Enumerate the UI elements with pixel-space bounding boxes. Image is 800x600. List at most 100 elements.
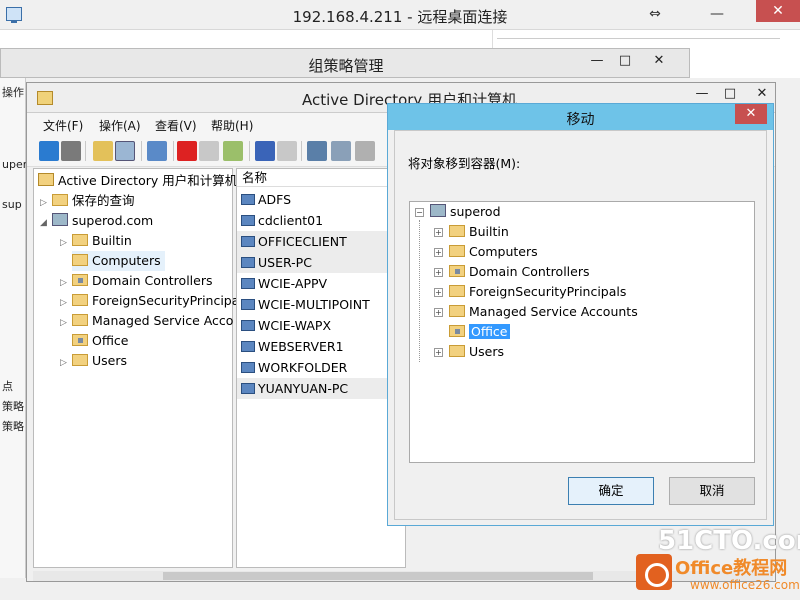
ad-root-icon (38, 173, 54, 186)
list-item[interactable]: WCIE-APPV (237, 273, 405, 294)
filter-icon[interactable] (355, 141, 375, 161)
gp-close-button[interactable]: ✕ (645, 51, 673, 71)
domain-icon (430, 204, 446, 217)
gp-minimize-button[interactable]: — (583, 51, 611, 71)
expand-icon[interactable]: + (434, 228, 443, 237)
ad-minimize-button[interactable]: — (688, 84, 716, 104)
up-folder-icon[interactable] (93, 141, 113, 161)
list-item[interactable]: WCIE-MULTIPOINT (237, 294, 405, 315)
tree-item[interactable]: ▷ Domain Controllers (60, 271, 212, 291)
ad-close-button[interactable]: ✕ (748, 84, 776, 104)
folder-icon (449, 285, 465, 297)
column-header-name[interactable]: 名称 (237, 169, 405, 187)
dialog-close-button[interactable]: ✕ (735, 104, 767, 124)
computer-icon (241, 341, 255, 352)
list-item-selected[interactable]: YUANYUAN-PC (237, 378, 405, 399)
back-arrow-icon[interactable] (39, 141, 59, 161)
container-tree-item[interactable]: + Managed Service Accounts (434, 302, 638, 322)
list-item[interactable]: WEBSERVER1 (237, 336, 405, 357)
ou-folder-icon (72, 334, 88, 346)
group-policy-window-titlebar: 组策略管理 — □ ✕ (0, 48, 690, 78)
domain-icon (52, 213, 68, 226)
tree-item[interactable]: ▷ Managed Service Acco (60, 311, 233, 331)
collapse-icon[interactable]: − (415, 208, 424, 217)
tree-item[interactable]: ▷ Users (60, 351, 127, 371)
list-item[interactable]: WORKFOLDER (237, 357, 405, 378)
list-item[interactable]: cdclient01 (237, 210, 405, 231)
scrollbar-thumb[interactable] (163, 572, 593, 580)
container-tree-item[interactable]: + Computers (434, 242, 538, 262)
help-icon[interactable] (255, 141, 275, 161)
folder-icon (52, 194, 68, 206)
folder-icon (449, 345, 465, 357)
rdp-close-button[interactable]: ✕ (756, 0, 800, 22)
cancel-button[interactable]: 取消 (669, 477, 755, 505)
menu-view[interactable]: 查看(V) (155, 117, 197, 134)
ad-app-icon (37, 91, 53, 105)
list-item-selected[interactable]: USER-PC (237, 252, 405, 273)
ad-maximize-button[interactable]: □ (716, 84, 744, 104)
left-strip-text: uper (2, 158, 28, 171)
show-tree-icon[interactable] (115, 141, 135, 161)
rdp-minimize-button[interactable]: — (702, 3, 732, 25)
left-strip-text: 策略 (2, 420, 24, 433)
menu-action[interactable]: 操作(A) (99, 117, 141, 134)
container-tree-item[interactable]: + ForeignSecurityPrincipals (434, 282, 626, 302)
tree-item[interactable]: ▷ ForeignSecurityPrincipa (60, 291, 239, 311)
forward-arrow-icon[interactable] (61, 141, 81, 161)
console-tree: Active Directory 用户和计算机 ▷ 保存的查询 ◢ superod.… (33, 168, 239, 568)
tree-saved-queries[interactable]: ▷ 保存的查询 (40, 191, 135, 211)
list-item-selected[interactable]: OFFICECLIENT (237, 231, 405, 252)
new-group-icon[interactable] (331, 141, 351, 161)
folder-icon (72, 254, 88, 266)
left-strip-text: 操作 (2, 86, 24, 99)
list-item[interactable]: ADFS (237, 189, 405, 210)
menu-file[interactable]: 文件(F) (43, 117, 83, 134)
export-icon[interactable] (223, 141, 243, 161)
folder-icon (449, 245, 465, 257)
left-strip-text: sup (2, 198, 22, 211)
properties-icon[interactable] (199, 141, 219, 161)
container-tree-item[interactable]: + Builtin (434, 222, 509, 242)
expand-icon[interactable]: + (434, 308, 443, 317)
container-tree-item-selected[interactable]: Office (449, 322, 510, 342)
gp-maximize-button[interactable]: □ (611, 51, 639, 71)
computer-icon (241, 236, 255, 247)
object-list: 名称 ADFS cdclient01 OFFICECLIENT USER-PC … (236, 168, 406, 568)
cut-icon[interactable] (147, 141, 167, 161)
list-item[interactable]: WCIE-WAPX (237, 315, 405, 336)
delete-icon[interactable] (177, 141, 197, 161)
dialog-titlebar: 移动 ✕ (388, 104, 773, 130)
computer-icon (241, 320, 255, 331)
folder-icon (72, 354, 88, 366)
watermark-51cto: 51CTO.com (658, 526, 800, 556)
tree-domain[interactable]: ◢ superod.com (40, 211, 153, 231)
tree-item[interactable]: Office (72, 331, 129, 351)
background-window (0, 30, 492, 50)
computer-icon (241, 194, 255, 205)
container-tree[interactable]: − superod + Builtin + Computers + Domain Con… (409, 201, 755, 463)
console-icon[interactable] (277, 141, 297, 161)
menu-help[interactable]: 帮助(H) (211, 117, 253, 134)
expand-icon[interactable]: + (434, 348, 443, 357)
rdp-title: 192.168.4.211 - 远程桌面连接 (292, 8, 508, 26)
move-dialog: 移动 ✕ 将对象移到容器(M): − superod + Builtin + Comp… (387, 103, 774, 526)
computer-icon (241, 215, 255, 226)
container-tree-item[interactable]: + Users (434, 342, 504, 362)
container-tree-item[interactable]: + Domain Controllers (434, 262, 589, 282)
tree-item[interactable]: ▷ Builtin (60, 231, 132, 251)
ok-button[interactable]: 确定 (568, 477, 654, 505)
new-user-icon[interactable] (307, 141, 327, 161)
rdp-restore-button[interactable]: ⇔ (640, 3, 670, 25)
computer-icon (241, 257, 255, 268)
computer-icon (241, 278, 255, 289)
background-left-panel: 操作 uper sup 点 策略 策略 (0, 78, 28, 578)
expand-icon[interactable]: + (434, 288, 443, 297)
tree-root[interactable]: Active Directory 用户和计算机 (38, 171, 237, 191)
expand-icon[interactable]: + (434, 248, 443, 257)
tree-item-selected[interactable]: Computers (72, 251, 165, 271)
computer-icon (241, 383, 255, 394)
rdp-title-bar: 192.168.4.211 - 远程桌面连接 ⇔ — ✕ (0, 0, 800, 30)
expand-icon[interactable]: + (434, 268, 443, 277)
container-tree-root[interactable]: − superod (415, 202, 501, 222)
